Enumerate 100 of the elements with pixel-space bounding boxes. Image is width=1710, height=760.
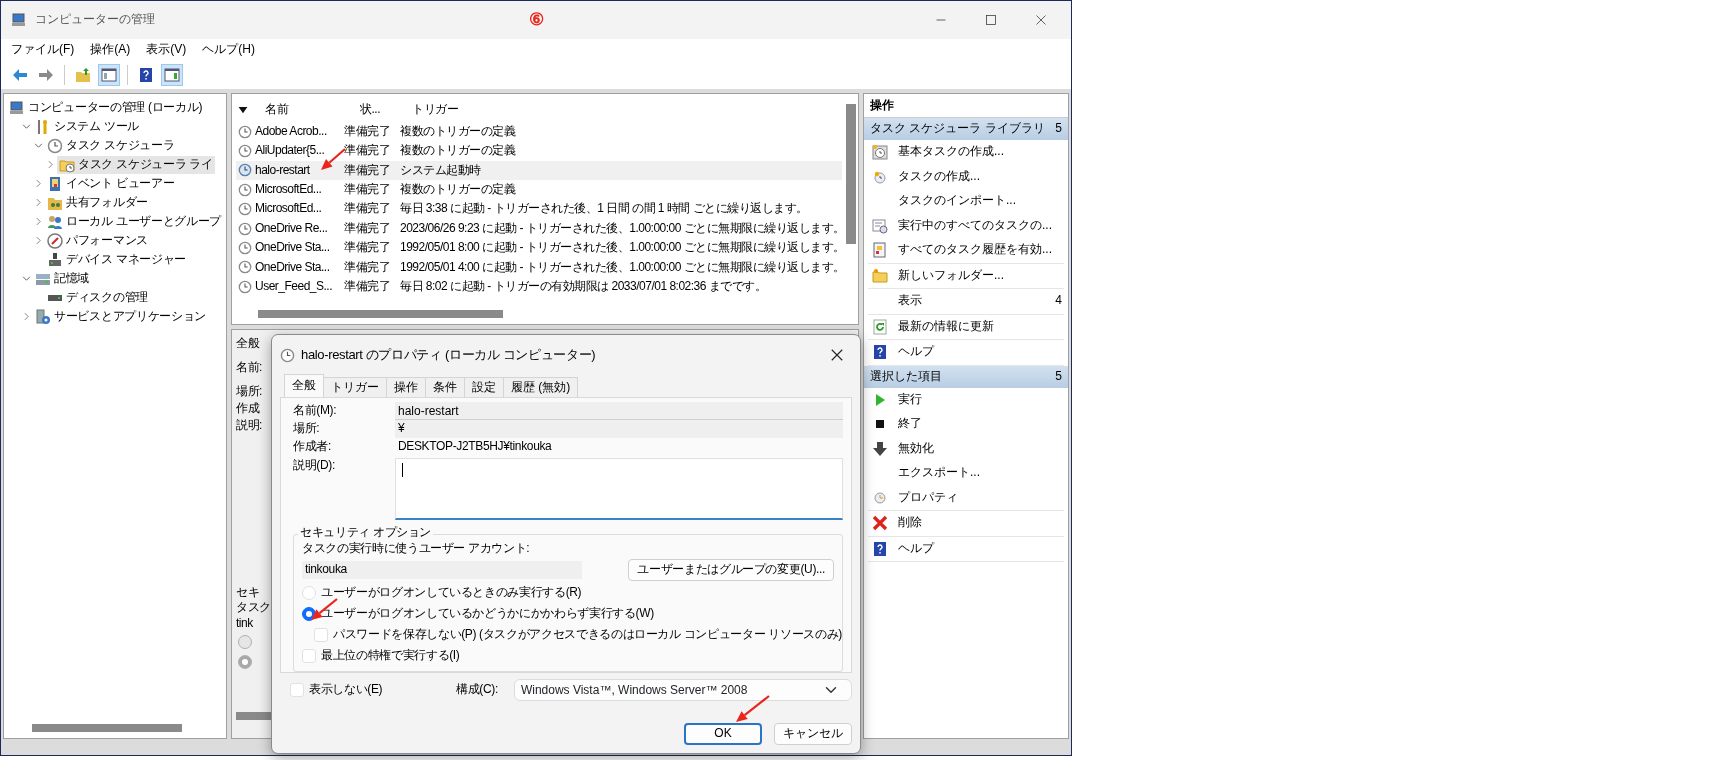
field-label: 説明: — [236, 417, 262, 434]
clock-icon — [238, 279, 252, 294]
menu-item[interactable]: ファイル(F) — [11, 42, 75, 58]
chevron-right-icon[interactable] — [33, 198, 43, 207]
task-row[interactable]: halo-restart 準備完了 システム起動時 — [236, 160, 842, 181]
section-header[interactable]: 選択した項目 5 — [864, 365, 1068, 388]
task-row[interactable]: MicrosoftEd... 準備完了 毎日 3:38 に起動 - トリガーされた後、1 日間 の間 1 時間 ごとに繰り返します。 — [236, 199, 842, 219]
action-item[interactable]: 終了 — [868, 412, 1064, 437]
table-cell-text: 毎日 8:02 に起動 - トリガーの有効期限は 2033/07/01 8:02:36 までです。 — [400, 279, 768, 295]
action-item[interactable]: 最新の情報に更新 — [868, 314, 1064, 339]
tree-item[interactable]: タスク スケジューラ — [45, 136, 177, 155]
action-item[interactable]: 表示 — [868, 289, 928, 314]
table-cell-text: 準備完了 — [344, 259, 391, 276]
device-icon — [47, 251, 63, 268]
toolbar-button[interactable] — [98, 64, 120, 86]
tree-item[interactable]: デバイス マネージャー — [45, 250, 189, 269]
scrollbar-thumb[interactable] — [846, 104, 856, 244]
action-item[interactable]: タスクの作成... — [868, 164, 1064, 189]
chevron-right-icon[interactable] — [33, 236, 43, 245]
table-cell-text: 複数のトリガーの定義 — [400, 143, 517, 159]
close-icon — [830, 348, 844, 362]
submenu-marker[interactable]: 4 — [1055, 293, 1064, 310]
menu-item[interactable]: 操作(A) — [90, 42, 131, 58]
menu-item[interactable]: ヘルプ(H) — [202, 42, 255, 58]
tree-item[interactable]: ディスクの管理 — [45, 288, 150, 307]
tree-item[interactable]: コンピューターの管理 (ローカル) — [7, 98, 205, 117]
tree-item[interactable]: ローカル ユーザーとグループ — [45, 212, 224, 231]
task-row[interactable]: OneDrive Sta... 準備完了 1992/05/01 4:00 に起動 - トリガーされた後、1.00:00:00 ごとに無期限に繰り返します。 — [236, 257, 842, 278]
section-header[interactable]: タスク スケジューラ ライブラリ 5 — [864, 118, 1068, 140]
task-row[interactable]: MicrosoftEd... 準備完了 複数のトリガーの定義 — [236, 180, 842, 200]
task-row[interactable]: AliUpdater{5... 準備完了 複数のトリガーの定義 — [236, 141, 842, 161]
task-row[interactable]: OneDrive Sta... 準備完了 1992/05/01 8:00 に起動 - トリガーされた後、1.00:00:00 ごとに無期限に繰り返します。 — [236, 238, 842, 258]
radio-button[interactable] — [302, 607, 316, 622]
field-value: tink — [236, 615, 253, 632]
configure-dropdown[interactable]: Windows Vista™, Windows Server™ 2008 — [513, 679, 852, 701]
scrollbar-thumb[interactable] — [258, 310, 503, 318]
task-wizard-icon — [872, 144, 888, 161]
action-item[interactable]: 基本タスクの作成... — [868, 140, 1064, 165]
task-row[interactable]: OneDrive Re... 準備完了 2023/06/26 9:23 に起動 - トリガーされた後、1.00:00:00 ごとに無期限に繰り返します。 — [236, 218, 842, 239]
maximize-icon[interactable] — [985, 14, 997, 26]
task-row[interactable]: Adobe Acrob... 準備完了 複数のトリガーの定義 — [236, 122, 842, 142]
ok-button[interactable]: OK — [684, 723, 762, 745]
column-header[interactable]: 名前 — [251, 102, 288, 118]
field-label: 名前(M): — [293, 403, 338, 419]
change-user-button[interactable]: ユーザーまたはグループの変更(U)... — [628, 558, 834, 581]
action-item[interactable]: ヘルプ — [868, 536, 1064, 561]
tree-item[interactable]: サービスとアプリケーション — [33, 307, 209, 326]
action-item[interactable]: 実行中のすべてのタスクの... — [868, 213, 1064, 238]
action-item[interactable]: 実行 — [868, 387, 1064, 412]
tree-item[interactable]: システム ツール — [33, 117, 141, 136]
chevron-right-icon[interactable] — [33, 217, 43, 226]
chevron-right-icon[interactable] — [45, 160, 55, 169]
description-field[interactable] — [395, 458, 843, 520]
clock-icon — [238, 260, 252, 275]
action-item[interactable]: タスクのインポート... — [868, 189, 1064, 214]
table-cell-text: 複数のトリガーの定義 — [400, 182, 517, 198]
collapse-marker[interactable]: 5 — [1055, 121, 1062, 137]
chevron-down-icon[interactable] — [21, 274, 31, 283]
menu-item[interactable]: 表示(V) — [146, 42, 187, 58]
tree-item[interactable]: イベント ビューアー — [45, 174, 177, 193]
action-item[interactable]: 無効化 — [868, 436, 1064, 461]
task-row[interactable]: User_Feed_S... 準備完了 毎日 8:02 に起動 - トリガーの有効期限は 2033/07/01 8:02:36 までです。 — [236, 277, 842, 297]
tree-item[interactable]: 共有フォルダー — [45, 193, 150, 212]
chevron-down-icon[interactable] — [21, 122, 31, 131]
tab[interactable]: 全般 — [284, 374, 324, 397]
checkbox[interactable] — [302, 649, 316, 664]
clock-icon — [238, 144, 252, 159]
text-cursor — [402, 463, 403, 477]
action-item[interactable]: すべてのタスク履歴を有効... — [868, 238, 1064, 263]
option-label: ユーザーがログオンしているときのみ実行する(R) — [321, 585, 582, 601]
checkbox[interactable] — [290, 683, 304, 697]
cancel-button[interactable]: キャンセル — [774, 723, 852, 745]
column-header[interactable]: トリガー — [400, 102, 842, 118]
table-cell-text: 準備完了 — [344, 201, 391, 218]
toolbar-button[interactable] — [161, 64, 183, 86]
clock-icon — [280, 347, 295, 363]
tree-item[interactable]: 記憶域 — [33, 269, 92, 288]
tree-item[interactable]: タスク スケジューラ ライ — [57, 155, 215, 174]
field-label: タスク — [236, 600, 271, 616]
action-item[interactable]: ヘルプ — [868, 340, 1064, 365]
chevron-down-icon[interactable] — [33, 141, 43, 150]
field-label: 場所: — [236, 383, 262, 400]
chevron-right-icon[interactable] — [21, 312, 31, 321]
scrollbar-thumb[interactable] — [32, 724, 182, 732]
close-icon[interactable] — [1035, 14, 1047, 26]
name-field[interactable]: halo-restart — [395, 402, 843, 420]
column-header[interactable]: 状... — [344, 102, 396, 118]
action-item[interactable]: 削除 — [868, 511, 1064, 536]
sort-icon[interactable] — [238, 105, 248, 115]
action-item[interactable]: エクスポート... — [868, 461, 1064, 486]
tree-item[interactable]: パフォーマンス — [45, 231, 150, 250]
tab[interactable]: 履歴 (無効) — [503, 377, 579, 397]
chevron-right-icon[interactable] — [33, 179, 43, 188]
action-item[interactable]: 新しいフォルダー... — [868, 263, 1064, 288]
table-cell: Adobe Acrob... — [255, 123, 327, 140]
collapse-marker[interactable]: 5 — [1055, 368, 1062, 385]
option-label: ユーザーがログオンしているかどうかにかかわらず実行する(W) — [321, 606, 654, 622]
option-label: 最上位の特権で実行する(I) — [321, 648, 460, 664]
checkbox[interactable] — [314, 628, 328, 643]
action-item[interactable]: プロパティ — [868, 485, 1064, 510]
